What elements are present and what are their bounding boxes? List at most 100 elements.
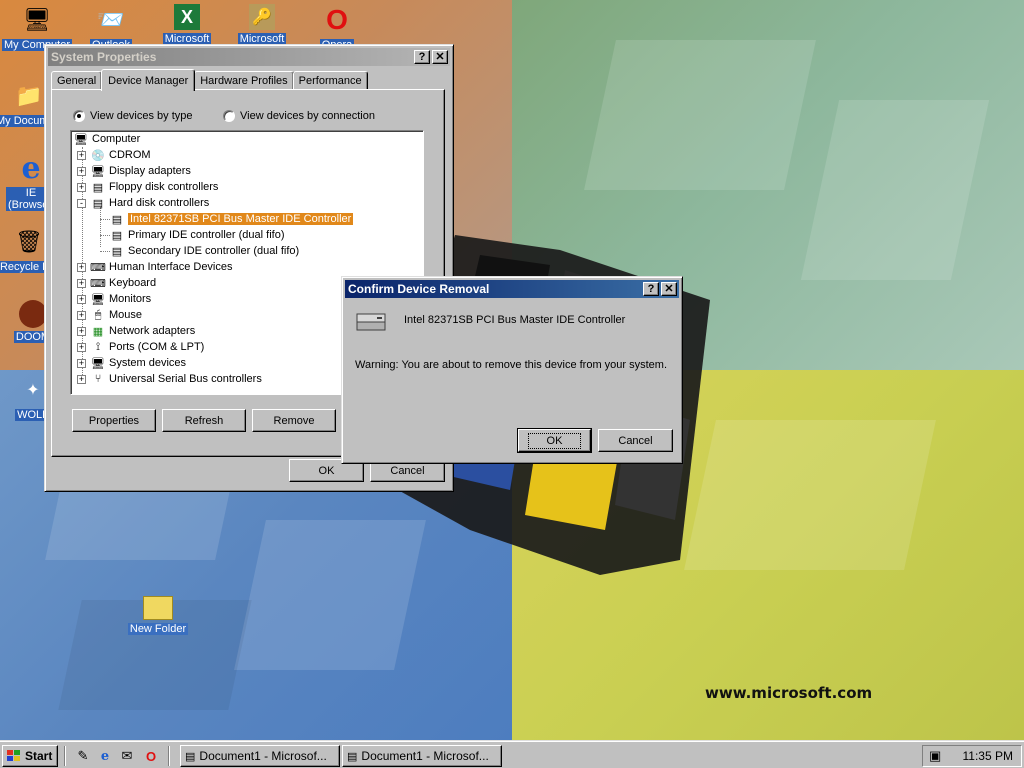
dialog-cancel-button[interactable]: Cancel <box>598 429 673 452</box>
opera-icon[interactable]: O <box>142 747 160 765</box>
tree-item-floppy-controllers[interactable]: + ▤ Floppy disk controllers <box>77 179 218 195</box>
tree-item-label: Mouse <box>109 309 143 321</box>
expand-button[interactable]: + <box>77 262 86 272</box>
outlook-express-icon[interactable]: ✉ <box>118 747 136 765</box>
expand-button[interactable]: + <box>77 342 86 352</box>
radio-label: View devices by connection <box>240 110 375 122</box>
internet-explorer-icon: e <box>21 150 41 186</box>
taskbar-button-document1[interactable]: ▤ Document1 - Microsof... <box>180 745 340 767</box>
tree-item-hard-disk-controllers[interactable]: - ▤ Hard disk controllers <box>77 195 209 211</box>
system-tray: ▣ 11:35 PM <box>922 745 1022 767</box>
tree-item-hid[interactable]: + ⌨ Human Interface Devices <box>77 259 233 275</box>
tree-item-cdrom[interactable]: + 💿 CDROM <box>77 147 151 163</box>
window-title: System Properties <box>51 50 157 64</box>
tree-item-label: Display adapters <box>109 165 191 177</box>
tree-item-label: Keyboard <box>109 277 157 289</box>
mouse-icon: 🖱 <box>94 308 102 321</box>
tab-device-manager[interactable]: Device Manager <box>101 69 196 91</box>
tree-item-network-adapters[interactable]: + ▦ Network adapters <box>77 323 195 339</box>
task-label: Document1 - Microsof... <box>199 749 327 763</box>
radio-button-selected[interactable] <box>73 110 85 122</box>
desktop-icon-new-folder[interactable]: New Folder <box>123 596 193 635</box>
internet-explorer-icon[interactable]: e <box>96 747 114 765</box>
wallpaper-tile <box>584 40 816 190</box>
radio-view-by-type[interactable]: View devices by type <box>73 110 193 122</box>
radio-view-by-connection[interactable]: View devices by connection <box>223 110 375 122</box>
tree-item-primary-ide[interactable]: ▤ Primary IDE controller (dual fifo) <box>109 227 285 243</box>
device-name: Intel 82371SB PCI Bus Master IDE Control… <box>404 314 626 326</box>
opera-icon: O <box>326 4 348 35</box>
tree-item-usb-controllers[interactable]: + ⑂ Universal Serial Bus controllers <box>77 371 262 387</box>
folder-icon <box>143 596 173 620</box>
hid-icon: ⌨ <box>90 261 106 274</box>
doom-icon <box>19 300 47 328</box>
expand-button[interactable]: + <box>77 166 86 176</box>
clock[interactable]: 11:35 PM <box>963 749 1013 763</box>
expand-button[interactable]: + <box>77 278 86 288</box>
warning-message: Warning: You are about to remove this de… <box>355 359 668 371</box>
help-button[interactable]: ? <box>414 50 430 64</box>
tab-strip: General Device Manager Hardware Profiles… <box>51 69 368 91</box>
refresh-button[interactable]: Refresh <box>162 409 246 432</box>
expand-button[interactable]: + <box>77 310 86 320</box>
ok-label: OK <box>527 432 582 449</box>
disk-controller-icon: ▤ <box>111 213 123 226</box>
tree-item-label: Network adapters <box>109 325 196 337</box>
tree-item-keyboard[interactable]: + ⌨ Keyboard <box>77 275 156 291</box>
expand-button[interactable]: + <box>77 294 86 304</box>
word-document-icon: ▤ <box>347 750 358 763</box>
remove-button[interactable]: Remove <box>252 409 336 432</box>
expand-button[interactable]: + <box>77 358 86 368</box>
radio-button[interactable] <box>223 110 235 122</box>
expand-button[interactable]: + <box>77 326 86 336</box>
access-icon: 🔑 <box>249 4 275 30</box>
tree-item-label: Secondary IDE controller (dual fifo) <box>128 245 300 257</box>
excel-icon: X <box>174 4 200 30</box>
tree-item-system-devices[interactable]: + 🖥 System devices <box>77 355 186 371</box>
tree-item-label: Computer <box>92 133 141 145</box>
computer-icon: 🖥 <box>74 133 88 146</box>
tree-item-mouse[interactable]: + 🖱 Mouse <box>77 307 142 323</box>
taskbar-button-document1[interactable]: ▤ Document1 - Microsof... <box>342 745 502 767</box>
tab-hardware-profiles[interactable]: Hardware Profiles <box>194 71 294 90</box>
close-button[interactable]: ✕ <box>661 282 677 296</box>
expand-button[interactable]: + <box>77 182 86 192</box>
recycle-bin-icon: 🗑 <box>15 229 43 254</box>
collapse-button[interactable]: - <box>77 198 86 208</box>
expand-button[interactable]: + <box>77 150 86 160</box>
display-settings-icon[interactable]: ▣ <box>929 748 941 764</box>
properties-button[interactable]: Properties <box>72 409 156 432</box>
taskbar: Start ✎ e ✉ O ▤ Document1 - Microsof... … <box>0 740 1024 768</box>
dialog-ok-button[interactable]: OK <box>517 428 592 453</box>
start-button[interactable]: Start <box>2 745 58 767</box>
dialog-titlebar[interactable]: Confirm Device Removal ? ✕ <box>345 280 679 298</box>
disk-controller-icon <box>355 311 387 333</box>
desktop-icon-excel[interactable]: X Microsoft <box>152 4 222 45</box>
tree-item-label-selected: Intel 82371SB PCI Bus Master IDE Control… <box>128 213 354 225</box>
outlook-icon: 📨 <box>97 7 125 32</box>
windows-flag-icon <box>7 750 20 761</box>
tree-item-secondary-ide[interactable]: ▤ Secondary IDE controller (dual fifo) <box>109 243 299 259</box>
tab-general[interactable]: General <box>51 71 103 90</box>
tree-item-ports[interactable]: + ⟟ Ports (COM & LPT) <box>77 339 204 355</box>
word-document-icon: ▤ <box>185 750 196 763</box>
close-button[interactable]: ✕ <box>432 50 448 64</box>
system-properties-titlebar[interactable]: System Properties ? ✕ <box>48 48 450 66</box>
tab-performance[interactable]: Performance <box>292 71 368 90</box>
tree-item-monitors[interactable]: + 🖥 Monitors <box>77 291 151 307</box>
keyboard-icon: ⌨ <box>90 277 106 290</box>
tree-item-display-adapters[interactable]: + 🖥 Display adapters <box>77 163 191 179</box>
folder-icon: 📁 <box>15 83 43 108</box>
tree-item-intel-ide-controller[interactable]: ▤ Intel 82371SB PCI Bus Master IDE Contr… <box>109 211 354 227</box>
desktop-icon-access[interactable]: 🔑 Microsoft <box>227 4 297 45</box>
show-desktop-icon[interactable]: ✎ <box>74 747 92 765</box>
port-icon: ⟟ <box>95 340 101 353</box>
help-button[interactable]: ? <box>643 282 659 296</box>
confirm-device-removal-dialog: Confirm Device Removal ? ✕ Intel 82371SB… <box>341 276 683 464</box>
disk-controller-icon: ▤ <box>111 245 123 258</box>
tree-item-computer[interactable]: 🖥 Computer <box>73 131 140 147</box>
monitor-icon: 🖥 <box>91 165 105 178</box>
tree-item-label: Hard disk controllers <box>109 197 210 209</box>
task-label: Document1 - Microsof... <box>361 749 489 763</box>
expand-button[interactable]: + <box>77 374 86 384</box>
